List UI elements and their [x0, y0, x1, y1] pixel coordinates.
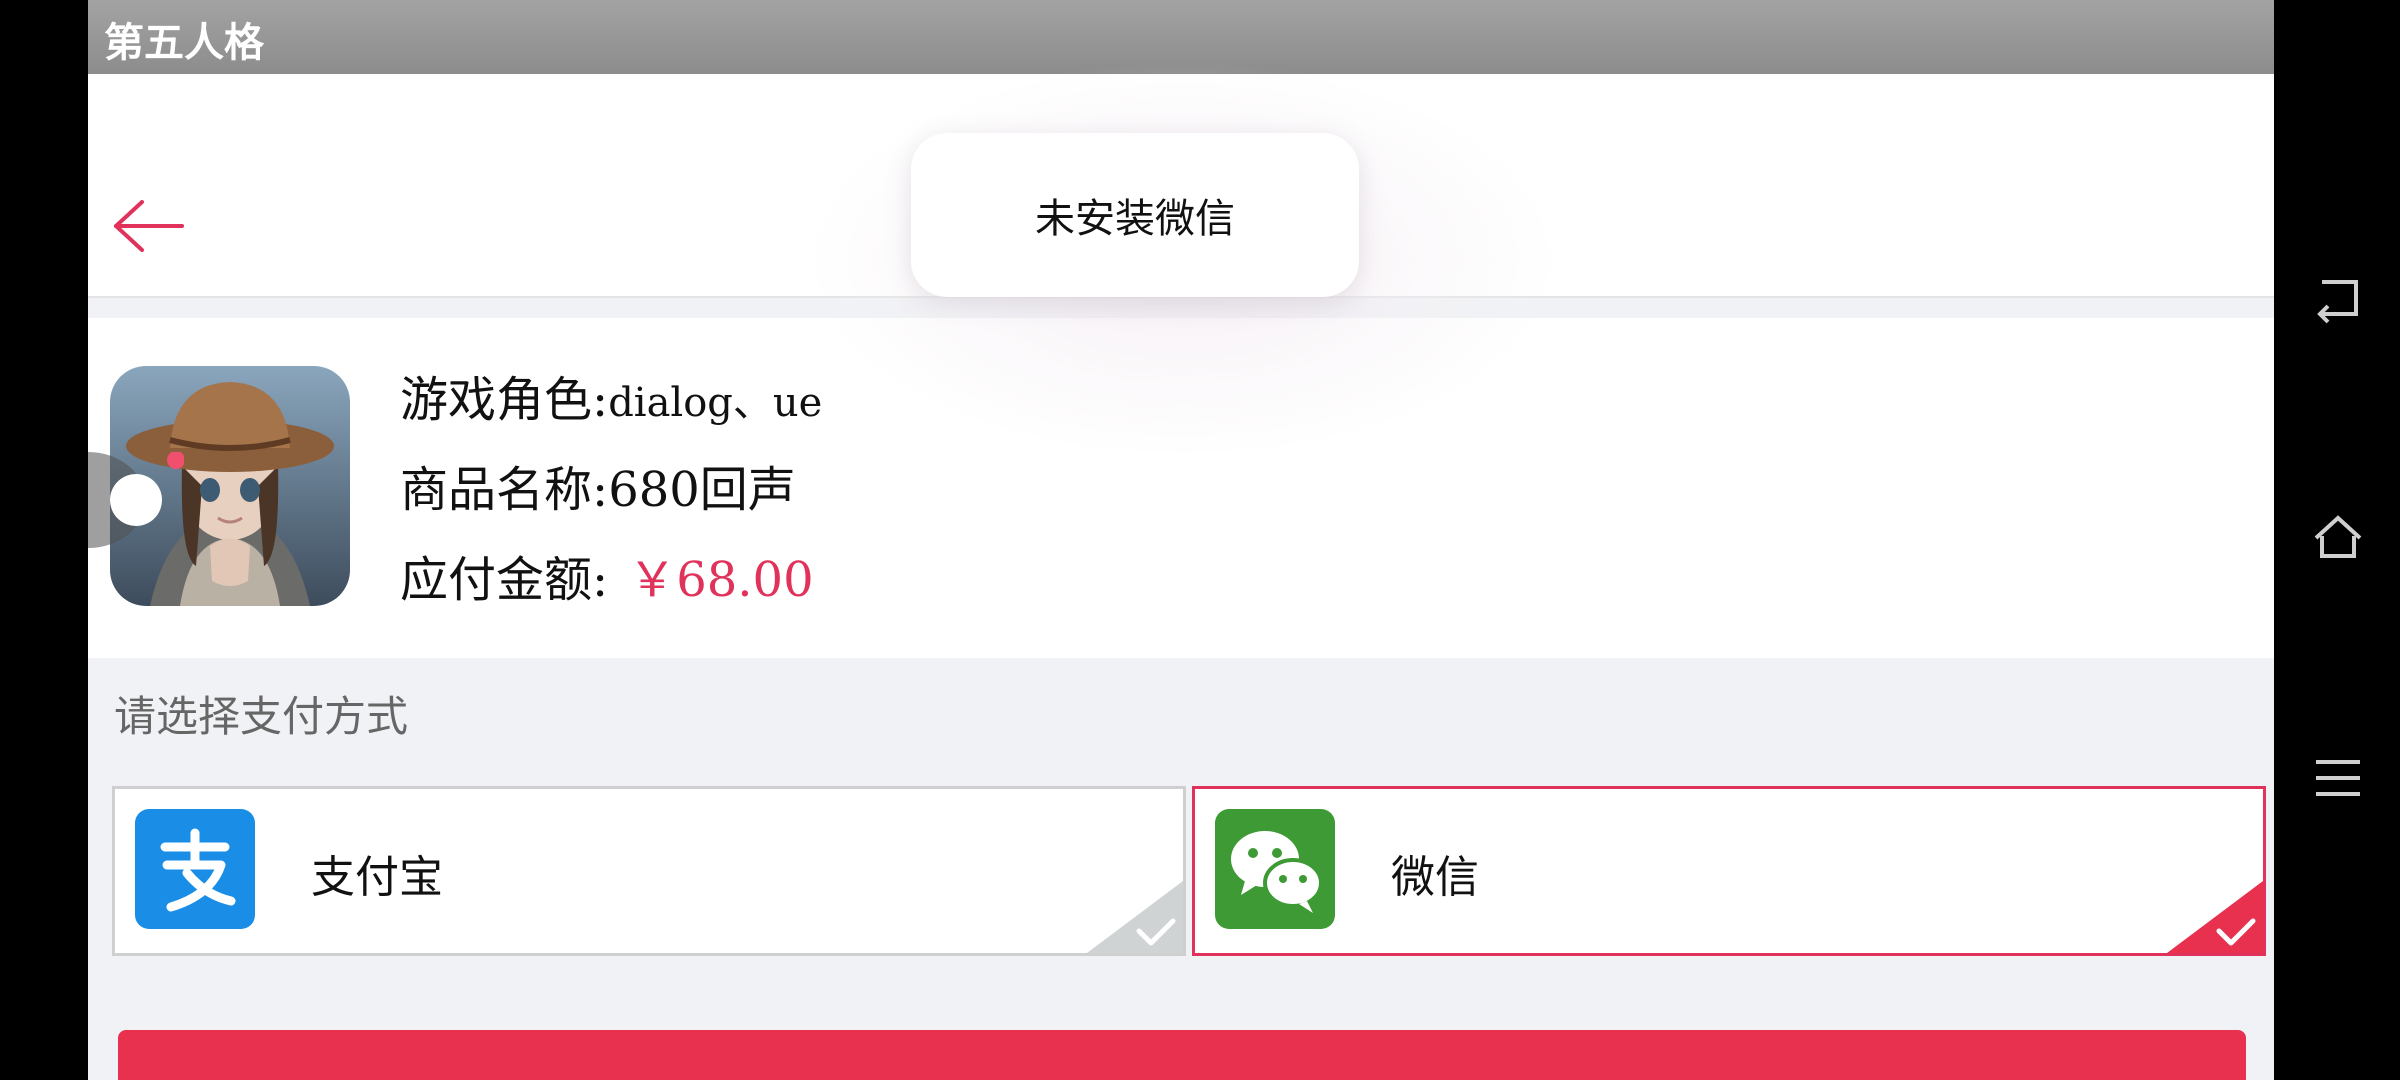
wechat-logo-icon: [1215, 809, 1335, 929]
check-corner-icon: [2167, 881, 2263, 953]
wechat-label: 微信: [1391, 852, 1479, 903]
role-value: dialog、ue: [608, 380, 823, 426]
role-label: 游戏角色:: [400, 372, 609, 428]
amount-label: 应付金额:: [400, 552, 609, 608]
menu-icon[interactable]: [2312, 752, 2364, 804]
back-arrow-icon[interactable]: [110, 196, 186, 256]
pay-submit-button[interactable]: [118, 1030, 2246, 1080]
toast-text: 未安装微信: [1035, 196, 1235, 242]
alipay-option[interactable]: 支付宝: [112, 786, 1186, 956]
wechat-option[interactable]: 微信: [1192, 786, 2266, 956]
amount-row: 应付金额: ￥68.00: [400, 540, 814, 610]
app-window: 第五人格 游戏角色:dialog、ue 商品名称:680回声 应付金额: ￥68…: [88, 0, 2274, 1080]
check-corner-icon: [1087, 881, 1183, 953]
back-icon[interactable]: [2312, 272, 2364, 324]
alipay-label: 支付宝: [311, 852, 443, 903]
payment-method-prompt: 请选择支付方式: [114, 692, 409, 741]
product-row: 商品名称:680回声: [400, 450, 796, 520]
alipay-logo-icon: [135, 809, 255, 929]
role-row: 游戏角色:dialog、ue: [400, 360, 822, 430]
system-nav-bar: [2274, 0, 2400, 1080]
home-icon[interactable]: [2312, 512, 2364, 564]
product-value: 680回声: [608, 462, 796, 518]
product-label: 商品名称:: [400, 462, 609, 518]
amount-value: ￥68.00: [628, 552, 814, 608]
app-title: 第五人格: [104, 19, 264, 66]
floating-assistant-ball[interactable]: [88, 452, 184, 548]
toast-message: 未安装微信: [911, 133, 1359, 297]
